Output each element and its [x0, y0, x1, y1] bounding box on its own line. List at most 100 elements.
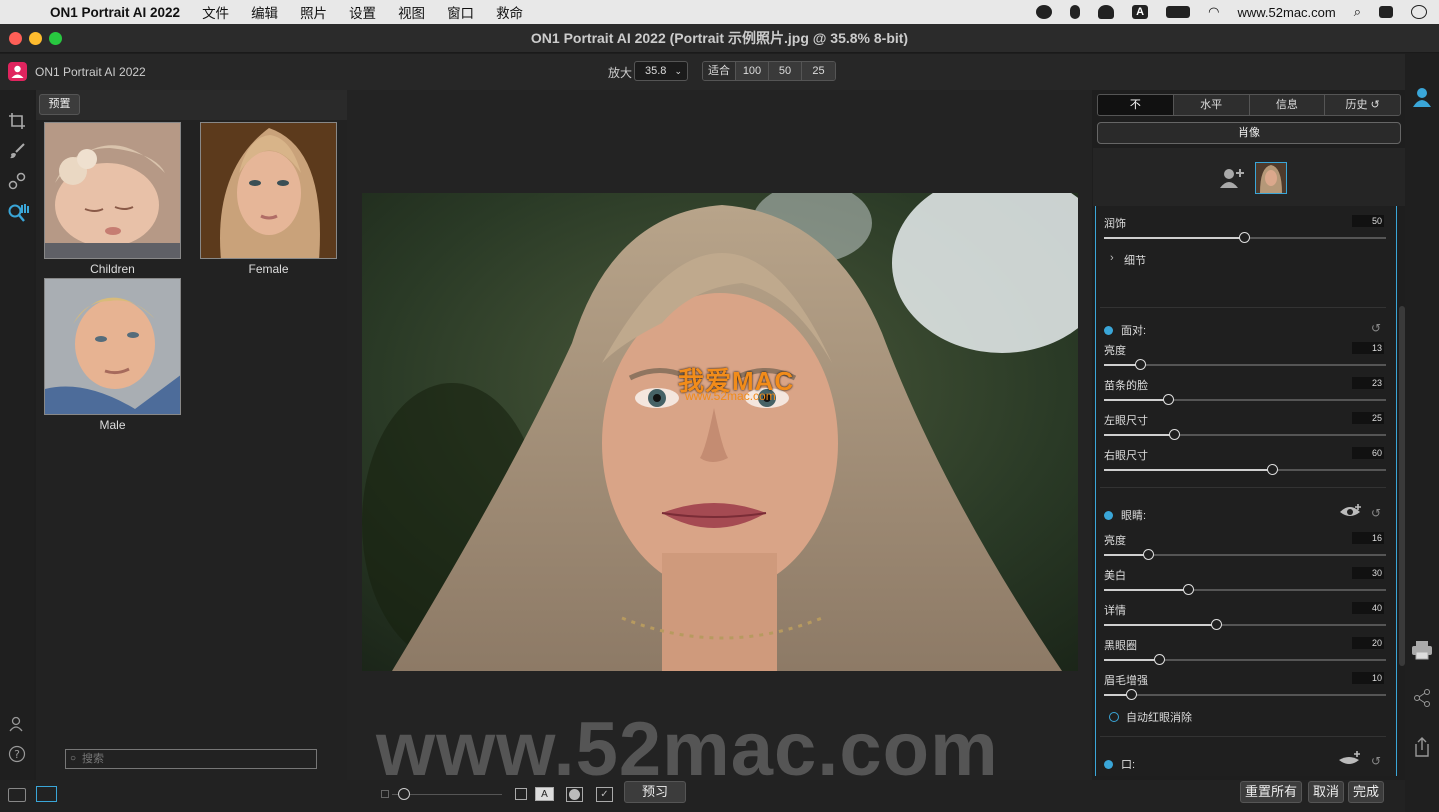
menu-settings[interactable]: 设置	[349, 2, 376, 22]
toggle-left-panel-icon[interactable]	[8, 788, 26, 802]
detail-toggle[interactable]: 细节	[1124, 252, 1146, 268]
slider-knob[interactable]	[1169, 429, 1180, 440]
help-icon[interactable]: ?	[7, 745, 27, 765]
slider-eye-details[interactable]	[1104, 619, 1386, 630]
crop-tool-icon[interactable]	[7, 112, 27, 132]
eyes-section-header[interactable]: 眼睛:	[1104, 507, 1146, 523]
slider-value-left-eye-size[interactable]: 25	[1352, 412, 1384, 424]
slider-value-face-brightness[interactable]: 13	[1352, 342, 1384, 354]
zoom-100-button[interactable]: 100	[736, 62, 769, 80]
slider-value-eye-details[interactable]: 40	[1352, 602, 1384, 614]
minimize-window-button[interactable]	[29, 32, 42, 45]
mouse-icon[interactable]	[1070, 5, 1081, 19]
slider-dark-circles[interactable]	[1104, 654, 1386, 665]
toggle-browser-icon[interactable]	[36, 786, 57, 802]
slider-eye-brightness[interactable]	[1104, 549, 1386, 560]
brush-tool-icon[interactable]	[7, 142, 27, 162]
zoom-fit-button[interactable]: 适合	[703, 62, 736, 80]
portrait-tool-icon[interactable]	[7, 202, 31, 222]
close-window-button[interactable]	[9, 32, 22, 45]
slider-knob[interactable]	[1211, 619, 1222, 630]
export-icon[interactable]	[1413, 736, 1431, 763]
menu-view[interactable]: 视图	[398, 2, 425, 22]
notification-center-icon[interactable]	[1411, 5, 1427, 19]
face-thumbnail[interactable]	[1255, 162, 1287, 194]
zoom-select[interactable]: 35.8 ⌄	[634, 61, 688, 81]
slider-value-eye-brightness[interactable]: 16	[1352, 532, 1384, 544]
presets-button[interactable]: 预置	[39, 94, 80, 115]
tab-info[interactable]: 信息	[1249, 95, 1326, 115]
wifi-icon[interactable]: ◠	[1208, 4, 1219, 20]
slider-left-eye-size[interactable]	[1104, 429, 1386, 440]
preview-button[interactable]: 预习	[624, 781, 686, 803]
preset-thumb-children[interactable]	[44, 122, 181, 259]
slider-slim-face[interactable]	[1104, 394, 1386, 405]
portrait-button[interactable]: 肖像	[1097, 122, 1401, 144]
auto-redeye-option[interactable]: 自动红眼消除	[1109, 709, 1192, 725]
slider-knob[interactable]	[1163, 394, 1174, 405]
portrait-module-icon[interactable]	[1412, 86, 1432, 113]
slider-value-whitening[interactable]: 30	[1352, 567, 1384, 579]
mouth-reset-icon[interactable]: ↺	[1371, 754, 1381, 768]
add-face-icon[interactable]	[1219, 166, 1245, 190]
eyes-reset-icon[interactable]: ↺	[1371, 506, 1381, 520]
menu-file[interactable]: 文件	[202, 2, 229, 22]
user-account-icon[interactable]	[7, 715, 27, 735]
slider-right-eye-size[interactable]	[1104, 464, 1386, 475]
eyes-enabled-dot[interactable]	[1104, 511, 1113, 520]
menu-app-name[interactable]: ON1 Portrait AI 2022	[50, 5, 180, 20]
slider-value-retouch[interactable]: 50	[1352, 215, 1384, 227]
slider-knob[interactable]	[1267, 464, 1278, 475]
mouth-enabled-dot[interactable]	[1104, 760, 1113, 769]
cancel-button[interactable]: 取消	[1308, 781, 1344, 803]
print-icon[interactable]	[1411, 640, 1433, 665]
slider-face-brightness[interactable]	[1104, 359, 1386, 370]
thumb-size-knob[interactable]	[398, 788, 410, 800]
tab-levels[interactable]: 水平	[1173, 95, 1250, 115]
done-button[interactable]: 完成	[1348, 781, 1384, 803]
slider-value-slim-face[interactable]: 23	[1352, 377, 1384, 389]
slider-whitening[interactable]	[1104, 584, 1386, 595]
face-enabled-dot[interactable]	[1104, 326, 1113, 335]
slider-knob[interactable]	[1135, 359, 1146, 370]
auto-redeye-radio[interactable]	[1109, 712, 1119, 722]
face-reset-icon[interactable]: ↺	[1371, 321, 1381, 335]
preset-search-input[interactable]: ○ 搜索	[65, 749, 317, 769]
menu-window[interactable]: 窗口	[447, 2, 474, 22]
healing-tool-icon[interactable]	[7, 172, 27, 192]
zoom-window-button[interactable]	[49, 32, 62, 45]
input-method-icon[interactable]: A	[1132, 5, 1149, 19]
add-mouth-icon[interactable]	[1338, 750, 1362, 771]
add-eye-icon[interactable]	[1339, 503, 1363, 524]
portrait-photo[interactable]: 我爱MAC www.52mac.com	[362, 193, 1078, 671]
view-compare-icon[interactable]: ✓	[596, 787, 613, 802]
qq-icon[interactable]	[1098, 5, 1115, 19]
reset-all-button[interactable]: 重置所有	[1240, 781, 1302, 803]
view-overlay-icon[interactable]: A	[535, 787, 554, 801]
menu-edit[interactable]: 编辑	[251, 2, 278, 22]
spotlight-search-icon[interactable]: ⌕	[1354, 4, 1361, 20]
slider-knob[interactable]	[1183, 584, 1194, 595]
slider-eyebrow-enhance[interactable]	[1104, 689, 1386, 700]
slider-knob[interactable]	[1154, 654, 1165, 665]
slider-value-right-eye-size[interactable]: 60	[1352, 447, 1384, 459]
battery-icon[interactable]	[1166, 6, 1191, 18]
menu-photo[interactable]: 照片	[300, 2, 327, 22]
view-mask-icon[interactable]	[515, 788, 527, 800]
slider-knob[interactable]	[1126, 689, 1137, 700]
preset-thumb-female[interactable]	[200, 122, 337, 259]
zoom-25-button[interactable]: 25	[802, 62, 835, 80]
slider-value-dark-circles[interactable]: 20	[1352, 637, 1384, 649]
zoom-50-button[interactable]: 50	[769, 62, 802, 80]
share-icon[interactable]	[1413, 688, 1431, 713]
tab-none[interactable]: 不	[1098, 95, 1174, 115]
slider-value-eyebrow-enhance[interactable]: 10	[1352, 672, 1384, 684]
slider-knob[interactable]	[1239, 232, 1250, 243]
slider-knob[interactable]	[1143, 549, 1154, 560]
chevron-right-icon[interactable]: ›	[1110, 252, 1114, 264]
view-circle-icon[interactable]	[566, 787, 583, 802]
face-section-header[interactable]: 面对:	[1104, 322, 1146, 338]
tab-history[interactable]: 历史 ↺	[1325, 95, 1400, 115]
thumb-size-small-icon[interactable]	[381, 790, 389, 798]
preset-thumb-male[interactable]	[44, 278, 181, 415]
